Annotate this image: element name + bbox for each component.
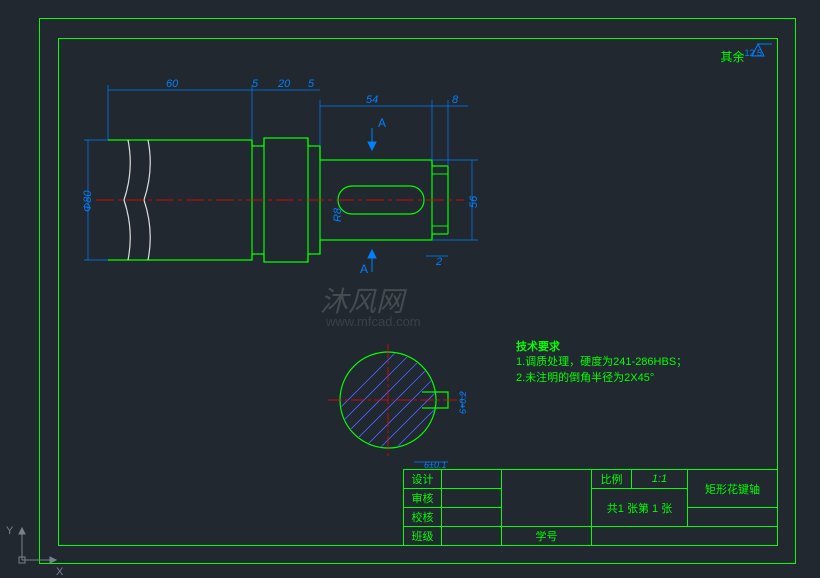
dim-8: 8 <box>452 94 458 106</box>
notes-line-2: 2.未注明的倒角半径为2X45° <box>516 371 687 386</box>
dim-lines <box>84 85 478 260</box>
tb-sheet: 共1 张第 1 张 <box>592 489 688 527</box>
tb-scale-l: 比例 <box>592 470 632 489</box>
tb-part-name: 矩形花键轴 <box>688 470 778 508</box>
dim-60: 60 <box>166 78 178 90</box>
dim-phi80: Φ80 <box>82 191 94 212</box>
dim-5b: 5 <box>308 78 314 90</box>
section-centerlines <box>328 344 466 458</box>
dim-6p: 6+0.2 <box>458 391 468 414</box>
dim-r8: R8 <box>332 208 344 222</box>
section-dims <box>414 392 462 462</box>
dim-54: 54 <box>366 94 378 106</box>
dim-5a: 5 <box>252 78 258 90</box>
section-label-a1: A <box>378 116 386 130</box>
dim-56: 56 <box>468 196 480 208</box>
section-label-a2: A <box>360 262 368 276</box>
hatching <box>314 324 480 490</box>
ucs-icon <box>19 528 56 563</box>
tb-scale-v: 1:1 <box>632 470 688 489</box>
other-label: 其余12.5 <box>720 48 762 65</box>
title-block: 设计 比例1:1矩形花键轴 审核 共1 张第 1 张 校核 班级 学号 <box>403 469 778 546</box>
notes-line-1: 1.调质处理，硬度为241-286HBS； <box>516 355 687 370</box>
tb-check: 校核 <box>404 508 442 527</box>
tb-design: 设计 <box>404 470 442 489</box>
dim-2: 2 <box>436 256 442 268</box>
tb-class: 班级 <box>404 527 442 546</box>
tb-stuno: 学号 <box>502 527 592 546</box>
tech-notes: 技术要求 1.调质处理，硬度为241-286HBS； 2.未注明的倒角半径为2X… <box>516 340 687 386</box>
tb-review: 审核 <box>404 489 442 508</box>
notes-title: 技术要求 <box>516 340 687 355</box>
dim-20: 20 <box>278 78 290 90</box>
